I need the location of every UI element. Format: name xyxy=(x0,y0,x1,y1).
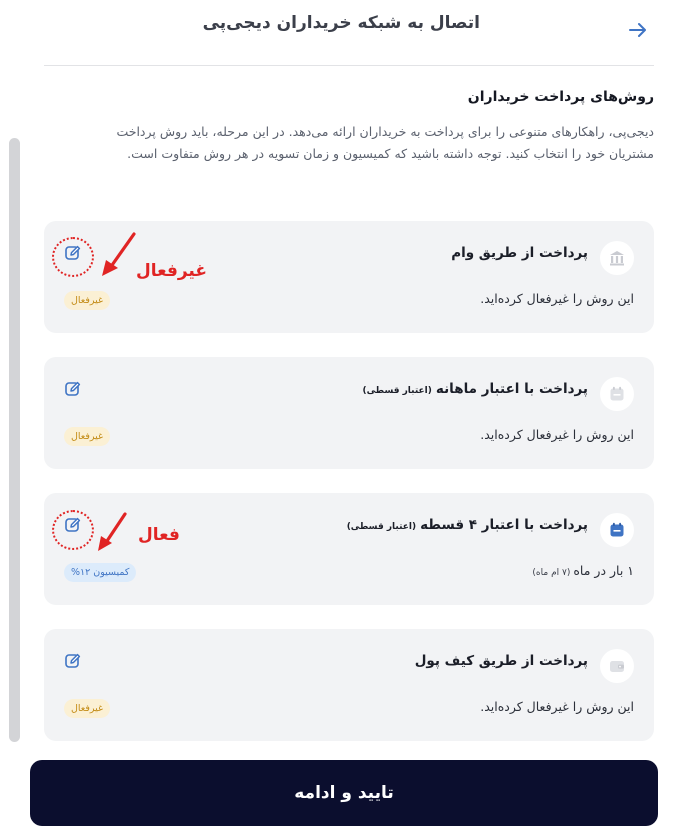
payment-method-card-monthly-credit: پرداخت با اعتبار ماهانه(اعتبار قسطی) این… xyxy=(44,357,654,469)
payment-method-card-wallet: پرداخت از طریق کیف پول این روش را غیرفعا… xyxy=(44,629,654,741)
payment-method-card-four-installment: پرداخت با اعتبار ۴ قسطه(اعتبار قسطی) ۱ ب… xyxy=(44,493,654,605)
section-description: دیجی‌پی، راهکارهای متنوعی را برای پرداخت… xyxy=(116,124,654,161)
status-badge: غیرفعال xyxy=(64,699,110,718)
page-title: اتصال به شبکه خریداران دیجی‌پی xyxy=(202,13,480,33)
calendar-icon xyxy=(600,377,634,411)
payment-method-description: این روش را غیرفعال کرده‌اید. xyxy=(480,699,634,714)
scrollbar-thumb[interactable] xyxy=(9,138,20,742)
wallet-icon xyxy=(600,649,634,683)
commission-badge: کمیسیون ۱۲% xyxy=(64,563,137,582)
annotation-label-inactive: غیرفعال xyxy=(136,261,207,281)
payment-method-title: پرداخت با اعتبار ماهانه(اعتبار قسطی) xyxy=(362,381,588,397)
annotation-arrow-icon xyxy=(98,512,127,551)
annotation-arrow-icon xyxy=(102,232,136,276)
edit-icon[interactable] xyxy=(62,650,84,672)
calendar-icon xyxy=(600,513,634,547)
annotation-label-active: فعال xyxy=(138,525,180,545)
payment-method-description: این روش را غیرفعال کرده‌اید. xyxy=(480,427,634,442)
payment-method-description: ۱ بار در ماه(۷ ام ماه) xyxy=(532,563,634,578)
confirm-continue-button[interactable]: تایید و ادامه xyxy=(30,760,658,826)
payment-method-title: پرداخت از طریق وام xyxy=(451,245,588,261)
payment-method-title: پرداخت از طریق کیف پول xyxy=(414,653,588,669)
payment-method-title: پرداخت با اعتبار ۴ قسطه(اعتبار قسطی) xyxy=(346,517,588,533)
annotation-highlight-circle xyxy=(52,237,94,277)
payment-method-description: این روش را غیرفعال کرده‌اید. xyxy=(480,291,634,306)
arrow-right-icon[interactable] xyxy=(622,16,654,44)
page-header: اتصال به شبکه خریداران دیجی‌پی xyxy=(44,0,654,66)
section-title: روش‌های پرداخت خریداران xyxy=(467,89,654,105)
status-badge: غیرفعال xyxy=(64,427,110,446)
status-badge: غیرفعال xyxy=(64,291,110,310)
annotation-highlight-circle xyxy=(52,510,94,550)
bank-icon xyxy=(600,241,634,275)
edit-icon[interactable] xyxy=(62,378,84,400)
